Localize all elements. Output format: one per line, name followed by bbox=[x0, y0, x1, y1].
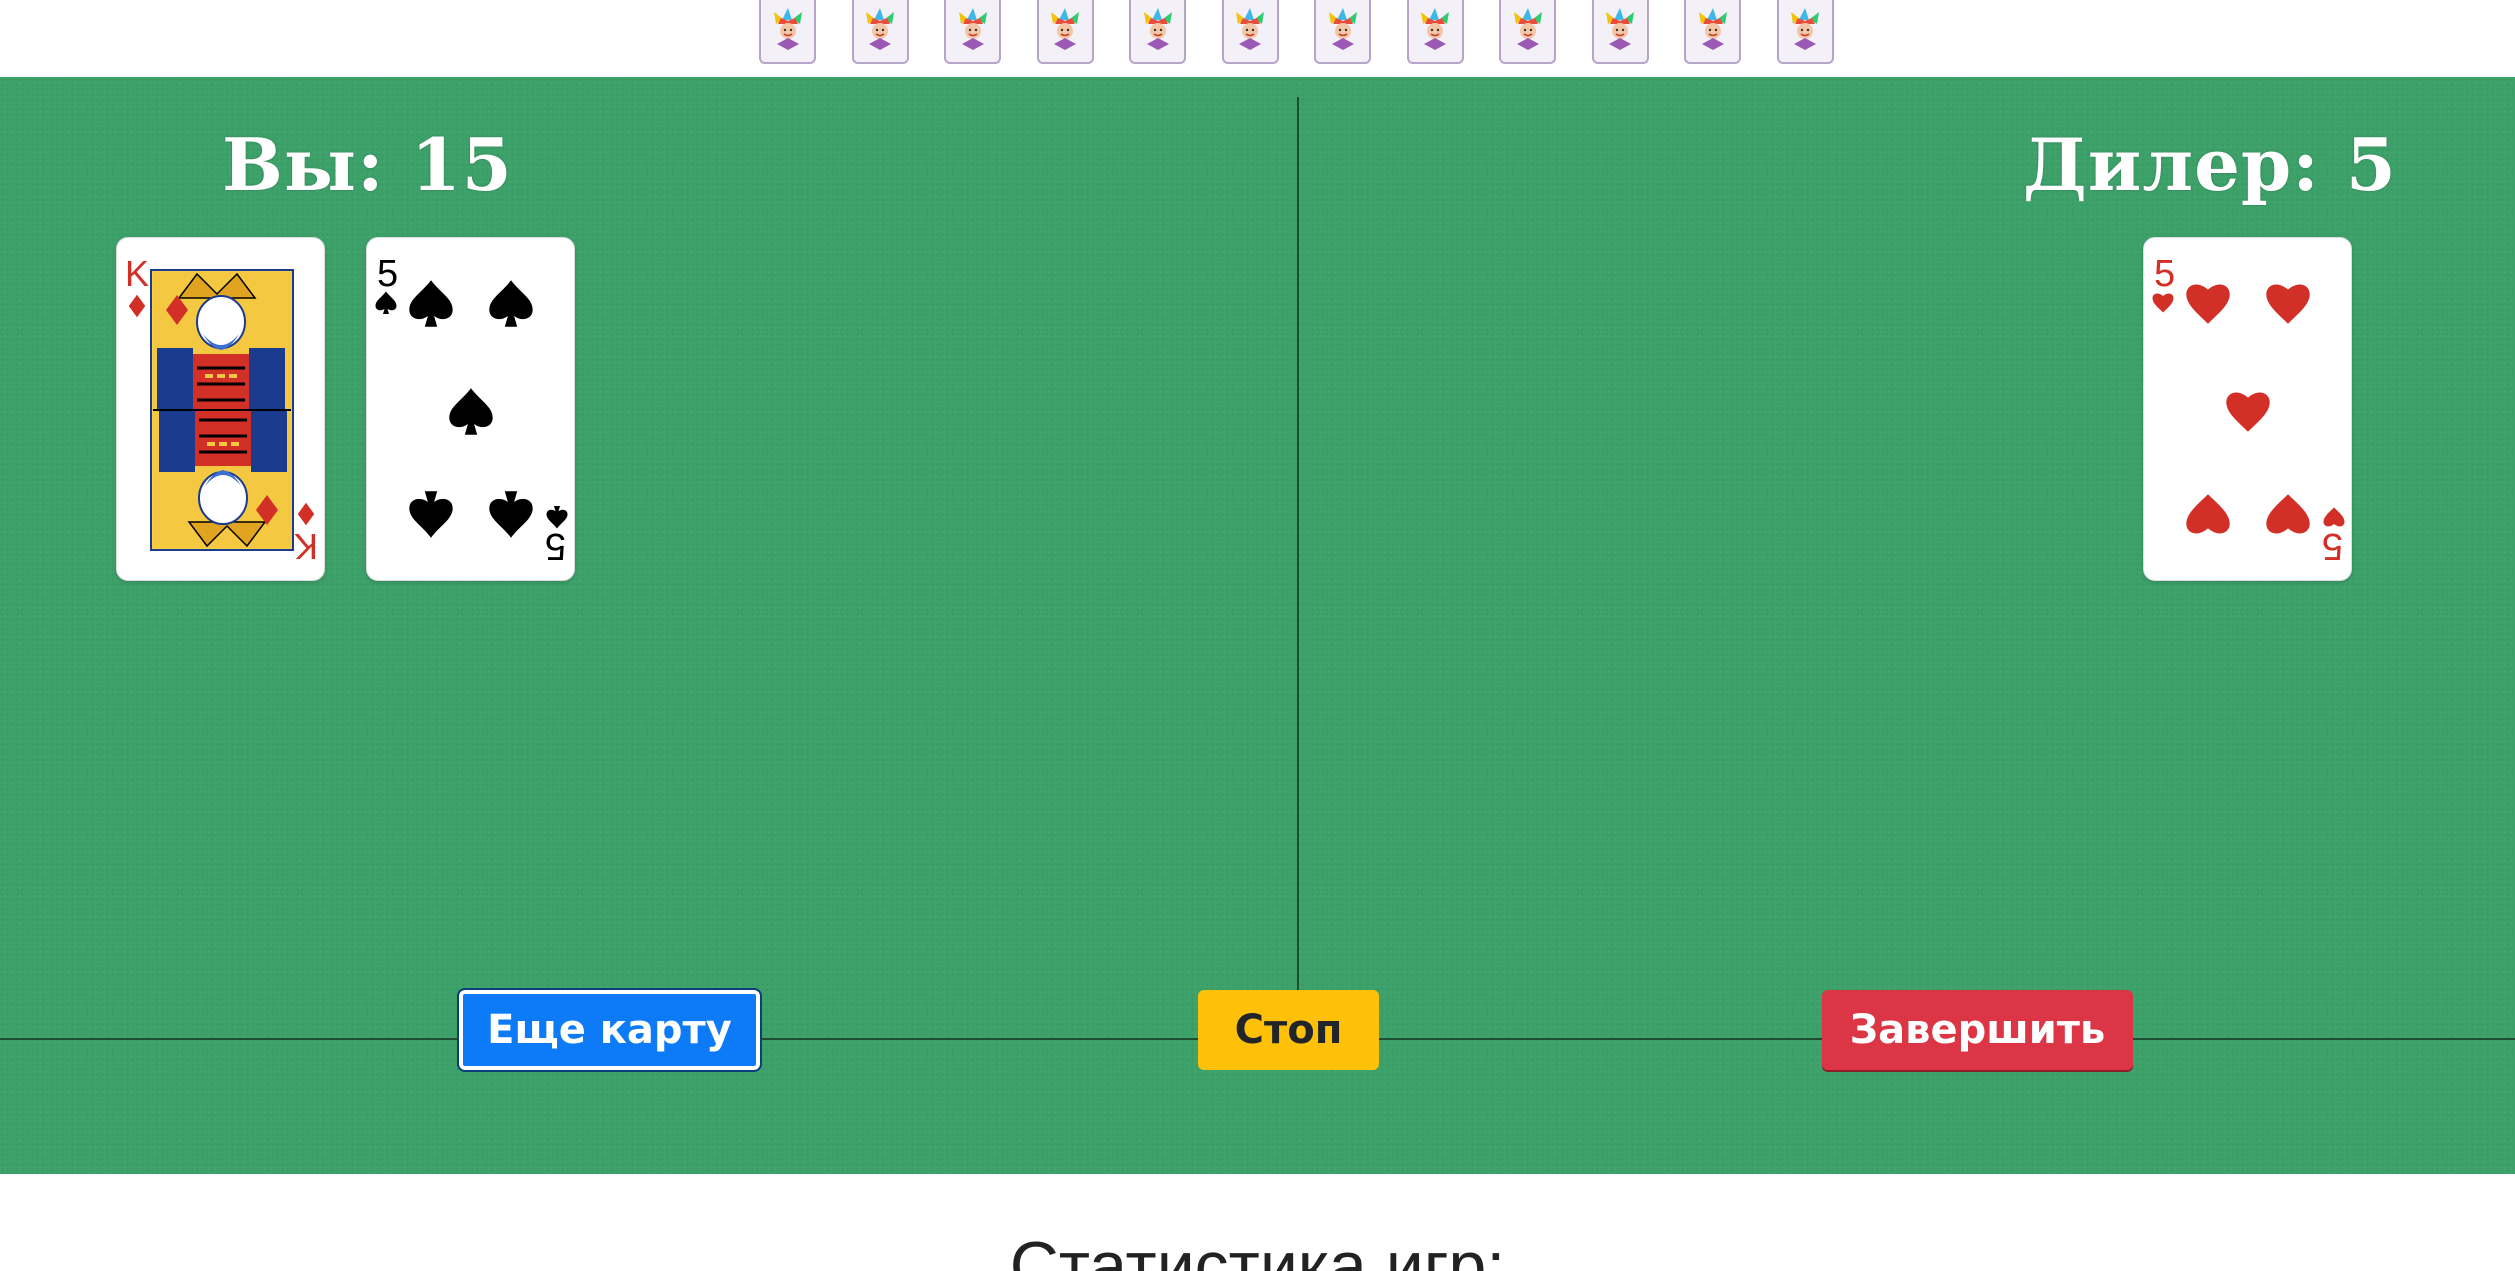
dealer-score-value: 5 bbox=[2345, 122, 2397, 207]
deck-card-back bbox=[759, 0, 816, 64]
dealer-score: Дилер: 5 bbox=[2022, 122, 2397, 207]
stats-title: Статистика игр: bbox=[1009, 1228, 1506, 1271]
deck-card-back bbox=[1129, 0, 1186, 64]
player-score-value: 15 bbox=[410, 122, 513, 207]
jester-icon bbox=[860, 6, 900, 57]
dealer-card-five-hearts: 55 bbox=[2143, 237, 2352, 581]
player-label: Вы bbox=[222, 122, 358, 207]
deck bbox=[0, 0, 2515, 77]
jester-icon bbox=[1693, 6, 1733, 57]
svg-text:5: 5 bbox=[545, 525, 566, 567]
deck-card-back bbox=[1684, 0, 1741, 64]
dealer-label: Дилер bbox=[2022, 122, 2293, 207]
jester-icon bbox=[1230, 6, 1270, 57]
deck-card-back bbox=[1499, 0, 1556, 64]
player-score: Вы: 15 bbox=[222, 122, 513, 207]
svg-text:K: K bbox=[125, 253, 149, 294]
svg-text:5: 5 bbox=[377, 253, 398, 295]
table-divider bbox=[1297, 97, 1299, 1019]
deck-card-back bbox=[1221, 0, 1279, 64]
deck-card-back bbox=[851, 0, 909, 64]
jester-icon bbox=[953, 6, 993, 57]
deck-card-back bbox=[1406, 0, 1464, 64]
jester-icon bbox=[1045, 6, 1085, 57]
hit-button[interactable]: Еще карту bbox=[457, 988, 762, 1072]
finish-button[interactable]: Завершить bbox=[1822, 990, 2133, 1070]
stand-button[interactable]: Стоп bbox=[1198, 990, 1379, 1070]
deck-card-back bbox=[1036, 0, 1094, 64]
svg-text:5: 5 bbox=[2154, 253, 2175, 295]
jester-icon bbox=[768, 6, 808, 57]
jester-icon bbox=[1323, 6, 1363, 57]
jester-icon bbox=[1138, 6, 1178, 57]
svg-text:K: K bbox=[294, 526, 318, 567]
jester-icon bbox=[1785, 6, 1825, 57]
jester-icon bbox=[1415, 6, 1455, 57]
player-card-king-diamonds: KK bbox=[116, 237, 325, 581]
deck-card-back bbox=[1591, 0, 1649, 64]
svg-text:5: 5 bbox=[2322, 525, 2343, 567]
deck-card-back bbox=[944, 0, 1001, 64]
player-card-five-spades: 55 bbox=[366, 237, 575, 581]
deck-card-back bbox=[1314, 0, 1371, 64]
jester-icon bbox=[1600, 6, 1640, 57]
jester-icon bbox=[1508, 6, 1548, 57]
deck-card-back bbox=[1776, 0, 1834, 64]
